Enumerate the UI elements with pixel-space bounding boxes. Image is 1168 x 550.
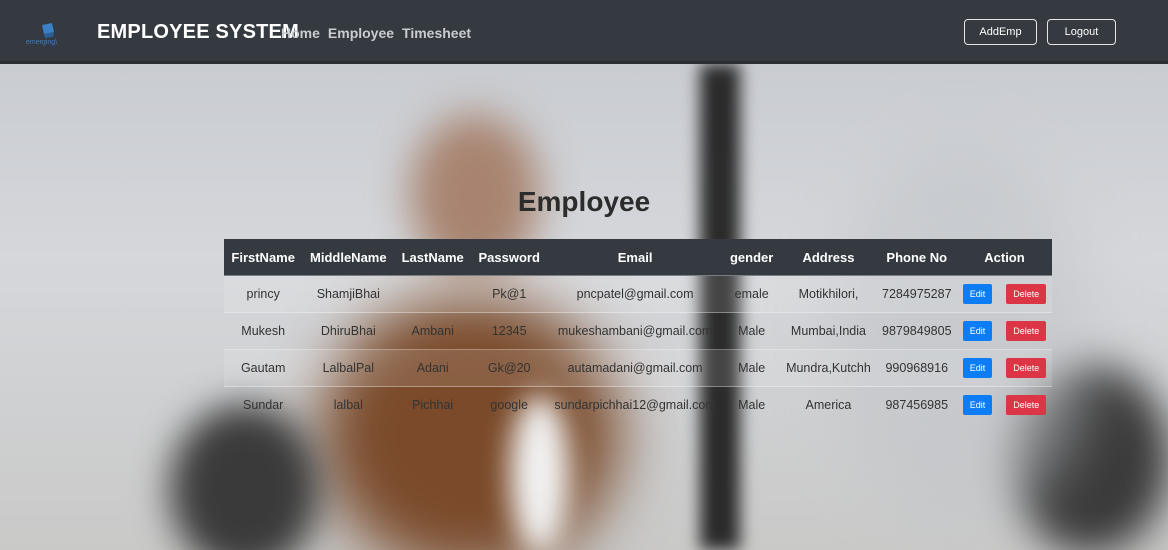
table-header-row: FirstName MiddleName LastName Password E…: [224, 239, 1052, 276]
cell-phone: 990968916: [876, 349, 957, 387]
cell-lastname: [394, 275, 472, 313]
edit-button[interactable]: Edit: [962, 395, 993, 415]
cell-email: sundarpichhai12@gmail.com: [547, 386, 723, 423]
add-employee-button[interactable]: AddEmp: [964, 19, 1037, 45]
cell-action: Edit Delete: [956, 275, 1052, 313]
nav-link-home[interactable]: Home: [281, 25, 320, 41]
cell-phone: 7284975287: [876, 275, 957, 313]
page-title: Employee: [517, 186, 651, 217]
nav-link-employee[interactable]: Employee: [328, 25, 394, 41]
cell-lastname: Adani: [394, 349, 472, 387]
table-row: Gautam LalbalPal Adani Gk@20 autamadani@…: [224, 349, 1052, 387]
cell-address: Motikhilori,: [780, 275, 877, 313]
cell-middlename: LalbalPal: [302, 349, 395, 387]
cell-password: 12345: [471, 312, 548, 350]
cell-firstname: Mukesh: [224, 312, 303, 350]
employee-table: FirstName MiddleName LastName Password E…: [224, 239, 1052, 423]
navbar: emerging\ EMPLOYEE SYSTEM Home Employee …: [0, 0, 1168, 64]
cell-action: Edit Delete: [956, 349, 1052, 387]
column-header: Address: [780, 239, 877, 276]
cell-phone: 987456985: [876, 386, 957, 423]
table-row: Mukesh DhiruBhai Ambani 12345 mukeshamba…: [224, 312, 1052, 350]
cell-middlename: ShamjiBhai: [302, 275, 395, 313]
cell-action: Edit Delete: [956, 312, 1052, 350]
cell-action: Edit Delete: [956, 386, 1052, 423]
column-header: Password: [471, 239, 548, 276]
delete-button[interactable]: Delete: [1006, 321, 1047, 341]
cell-phone: 9879849805: [876, 312, 957, 350]
table-row: Sundar lalbal Pichhai google sundarpichh…: [224, 386, 1052, 423]
nav-link-timesheet[interactable]: Timesheet: [402, 25, 471, 41]
column-header: MiddleName: [302, 239, 395, 276]
cell-firstname: Gautam: [224, 349, 303, 387]
column-header: FirstName: [224, 239, 303, 276]
nav-links: Home Employee Timesheet: [281, 25, 471, 41]
brand-logo-icon[interactable]: emerging\: [26, 23, 70, 49]
cell-firstname: Sundar: [224, 386, 303, 423]
brand-title[interactable]: EMPLOYEE SYSTEM: [97, 21, 299, 44]
cell-middlename: DhiruBhai: [302, 312, 395, 350]
cell-gender: Male: [722, 312, 781, 350]
column-header: Action: [956, 239, 1052, 276]
cell-gender: Male: [722, 349, 781, 387]
edit-button[interactable]: Edit: [962, 321, 993, 341]
delete-button[interactable]: Delete: [1006, 284, 1047, 304]
logo-text: emerging\: [26, 39, 58, 46]
cell-email: autamadani@gmail.com: [547, 349, 723, 387]
cell-address: Mumbai,India: [780, 312, 877, 350]
cell-lastname: Ambani: [394, 312, 472, 350]
delete-button[interactable]: Delete: [1006, 358, 1047, 378]
column-header: LastName: [394, 239, 472, 276]
logout-button[interactable]: Logout: [1047, 19, 1116, 45]
cell-address: America: [780, 386, 877, 423]
cell-gender: emale: [722, 275, 781, 313]
cell-address: Mundra,Kutchh: [780, 349, 877, 387]
cell-password: Pk@1: [471, 275, 548, 313]
column-header: Phone No: [876, 239, 957, 276]
cell-gender: Male: [722, 386, 781, 423]
cell-lastname: Pichhai: [394, 386, 472, 423]
table-row: princy ShamjiBhai Pk@1 pncpatel@gmail.co…: [224, 275, 1052, 313]
cell-password: google: [471, 386, 548, 423]
column-header: Email: [547, 239, 723, 276]
cell-middlename: lalbal: [302, 386, 395, 423]
cell-email: mukeshambani@gmail.com: [547, 312, 723, 350]
delete-button[interactable]: Delete: [1006, 395, 1047, 415]
cell-email: pncpatel@gmail.com: [547, 275, 723, 313]
column-header: gender: [722, 239, 781, 276]
edit-button[interactable]: Edit: [962, 358, 993, 378]
cell-password: Gk@20: [471, 349, 548, 387]
edit-button[interactable]: Edit: [962, 284, 993, 304]
cell-firstname: princy: [224, 275, 303, 313]
